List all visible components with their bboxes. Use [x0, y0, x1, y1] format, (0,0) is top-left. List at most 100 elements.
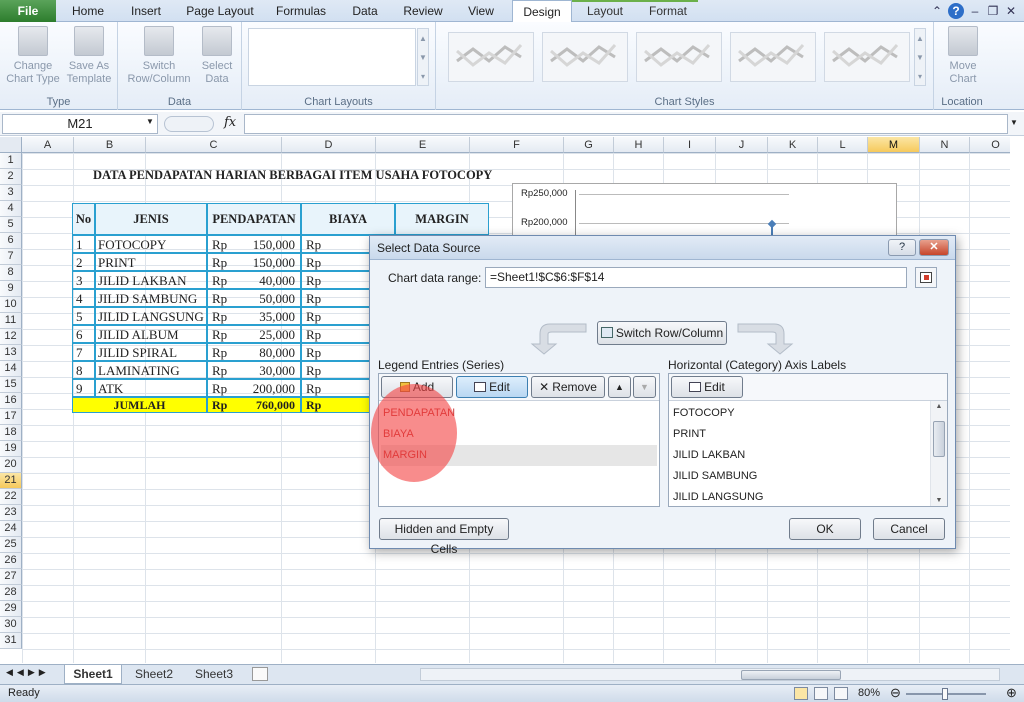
item-name[interactable]: JILID SPIRAL	[95, 343, 207, 361]
chart-style-thumb[interactable]	[542, 32, 628, 82]
row-number[interactable]: 3	[72, 271, 95, 289]
zoom-slider-thumb[interactable]	[942, 688, 948, 700]
row-header[interactable]: 1	[0, 153, 22, 169]
tab-layout[interactable]: Layout	[578, 0, 632, 22]
tab-data[interactable]: Data	[344, 0, 386, 22]
scroll-up-icon[interactable]: ▲	[931, 403, 947, 410]
column-header[interactable]: H	[614, 137, 664, 153]
item-name[interactable]: JILID LANGSUNG	[95, 307, 207, 325]
select-data-button[interactable]: Select Data	[194, 26, 240, 86]
chart-layouts-scroll[interactable]: ▲ ▼ ▾	[417, 28, 429, 86]
pendapatan-cell[interactable]: Rp 80,000	[207, 343, 301, 361]
pendapatan-cell[interactable]: Rp 150,000	[207, 235, 301, 253]
tab-insert[interactable]: Insert	[124, 0, 168, 22]
move-down-button[interactable]: ▼	[633, 376, 656, 398]
select-all-corner[interactable]	[0, 137, 22, 153]
sheet-tab-2[interactable]: Sheet2	[126, 665, 182, 684]
chevron-up-icon[interactable]: ▲	[915, 29, 925, 48]
row-header[interactable]: 31	[0, 633, 22, 649]
row-number[interactable]: 2	[72, 253, 95, 271]
edit-axis-labels-button[interactable]: Edit	[671, 376, 743, 398]
row-header[interactable]: 2	[0, 169, 22, 185]
restore-icon[interactable]: ❐	[984, 2, 1002, 20]
expand-formula-icon[interactable]: ▼	[1010, 118, 1018, 127]
page-layout-view-icon[interactable]	[814, 687, 828, 700]
chart-style-thumb[interactable]	[636, 32, 722, 82]
row-header[interactable]: 8	[0, 265, 22, 281]
switch-row-column-ribbon-button[interactable]: Switch Row/Column	[122, 26, 196, 86]
fx-icon[interactable]: fx	[224, 115, 236, 130]
scroll-down-icon[interactable]: ▼	[931, 497, 947, 504]
tab-home[interactable]: Home	[66, 0, 110, 22]
category-scrollbar[interactable]: ▲ ▼	[930, 401, 947, 506]
row-number[interactable]: 4	[72, 289, 95, 307]
row-header[interactable]: 12	[0, 329, 22, 345]
item-name[interactable]: PRINT	[95, 253, 207, 271]
row-number[interactable]: 7	[72, 343, 95, 361]
row-header[interactable]: 17	[0, 409, 22, 425]
pendapatan-cell[interactable]: Rp 150,000	[207, 253, 301, 271]
row-header[interactable]: 20	[0, 457, 22, 473]
insert-sheet-icon[interactable]	[252, 667, 268, 681]
sheet-tab-1[interactable]: Sheet1	[64, 665, 122, 684]
name-box-dropdown-icon[interactable]: ▼	[146, 117, 154, 126]
column-header[interactable]: J	[716, 137, 768, 153]
row-header[interactable]: 24	[0, 521, 22, 537]
change-chart-type-button[interactable]: Change Chart Type	[6, 26, 60, 86]
cancel-button[interactable]: Cancel	[873, 518, 945, 540]
minimize-icon[interactable]: –	[966, 2, 984, 20]
zoom-out-icon[interactable]: ⊖	[890, 685, 901, 701]
chevron-down-icon[interactable]: ▼	[418, 48, 428, 67]
row-number[interactable]: 6	[72, 325, 95, 343]
tab-file[interactable]: File	[0, 0, 56, 22]
row-header[interactable]: 29	[0, 601, 22, 617]
row-header[interactable]: 23	[0, 505, 22, 521]
row-header[interactable]: 14	[0, 361, 22, 377]
chevron-down-icon[interactable]: ▼	[915, 48, 925, 67]
switch-row-column-button[interactable]: Switch Row/Column	[597, 321, 727, 345]
chart-layouts-gallery[interactable]	[248, 28, 416, 86]
edit-series-button[interactable]: Edit	[456, 376, 528, 398]
item-name[interactable]: JILID LAKBAN	[95, 271, 207, 289]
column-header[interactable]: O	[970, 137, 1010, 153]
table-header-pendapatan[interactable]: PENDAPATAN	[207, 203, 301, 235]
row-number[interactable]: 1	[72, 235, 95, 253]
column-header[interactable]: M	[868, 137, 920, 153]
chart-style-thumb[interactable]	[730, 32, 816, 82]
hidden-empty-cells-button[interactable]: Hidden and Empty Cells	[379, 518, 509, 556]
row-header[interactable]: 4	[0, 201, 22, 217]
column-header[interactable]: E	[376, 137, 470, 153]
embedded-chart[interactable]: Rp250,000 Rp200,000	[512, 183, 897, 244]
sheet-nav-arrows-icon[interactable]: ◀◀▶▶	[6, 667, 50, 678]
row-header[interactable]: 6	[0, 233, 22, 249]
pendapatan-cell[interactable]: Rp 40,000	[207, 271, 301, 289]
zoom-slider[interactable]	[906, 688, 986, 700]
row-number[interactable]: 9	[72, 379, 95, 397]
tab-format[interactable]: Format	[640, 0, 696, 22]
row-header[interactable]: 3	[0, 185, 22, 201]
row-header[interactable]: 16	[0, 393, 22, 409]
category-item[interactable]: JILID LANGSUNG	[671, 487, 929, 508]
hscroll-thumb[interactable]	[741, 670, 841, 680]
page-break-view-icon[interactable]	[834, 687, 848, 700]
save-as-template-button[interactable]: Save As Template	[62, 26, 116, 86]
table-header-no[interactable]: No	[72, 203, 95, 235]
zoom-in-icon[interactable]: ⊕	[1006, 685, 1017, 701]
pendapatan-cell[interactable]: Rp 25,000	[207, 325, 301, 343]
column-header[interactable]: F	[470, 137, 564, 153]
row-number[interactable]: 8	[72, 361, 95, 379]
item-name[interactable]: JILID ALBUM	[95, 325, 207, 343]
item-name[interactable]: JILID SAMBUNG	[95, 289, 207, 307]
row-header[interactable]: 15	[0, 377, 22, 393]
tab-review[interactable]: Review	[398, 0, 448, 22]
help-icon[interactable]: ?	[948, 3, 964, 19]
minimize-ribbon-icon[interactable]: ⌃	[928, 2, 946, 20]
row-header[interactable]: 25	[0, 537, 22, 553]
row-header[interactable]: 11	[0, 313, 22, 329]
ok-button[interactable]: OK	[789, 518, 861, 540]
row-header[interactable]: 27	[0, 569, 22, 585]
sheet-tab-3[interactable]: Sheet3	[186, 665, 242, 684]
row-header[interactable]: 7	[0, 249, 22, 265]
chart-style-thumb[interactable]	[824, 32, 910, 82]
row-header[interactable]: 30	[0, 617, 22, 633]
